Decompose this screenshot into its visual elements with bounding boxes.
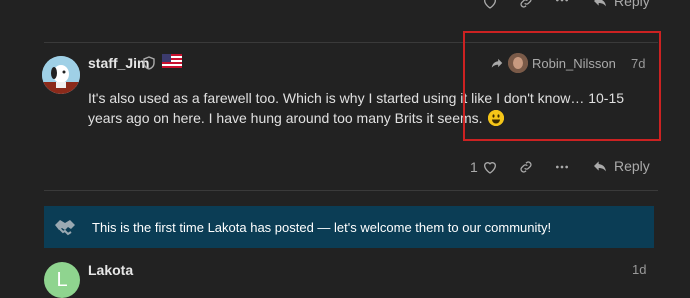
post-bottom-divider (44, 190, 658, 191)
link-icon (518, 159, 534, 175)
post-username[interactable]: staff_Jim (88, 55, 149, 71)
top-reply-label: Reply (614, 0, 650, 9)
heart-icon (482, 159, 498, 175)
moderator-shield-icon (143, 56, 155, 75)
post-body: It's also used as a farewell too. Which … (88, 88, 648, 128)
reply-icon (592, 158, 608, 174)
us-flag-icon (162, 54, 182, 73)
top-like-button[interactable] (482, 0, 498, 10)
top-copy-link-button[interactable] (518, 0, 534, 10)
post-divider (44, 42, 658, 43)
handshake-icon (54, 217, 76, 242)
copy-link-button[interactable] (518, 159, 534, 175)
next-post-username[interactable]: Lakota (88, 262, 133, 278)
first-post-notice: This is the first time Lakota has posted… (44, 206, 654, 248)
top-more-button[interactable] (554, 0, 570, 8)
link-icon (518, 0, 534, 10)
smiley-emoji-icon (488, 110, 505, 126)
ellipsis-icon (554, 0, 570, 8)
reply-label: Reply (614, 158, 650, 174)
reply-icon (592, 0, 608, 9)
top-reply-button[interactable]: Reply (592, 0, 650, 9)
like-count: 1 (470, 159, 478, 175)
like-button[interactable]: 1 (470, 159, 498, 175)
reply-to-username: Robin_Nilsson (532, 55, 616, 71)
reply-to-indicator[interactable]: Robin_Nilsson (490, 51, 616, 75)
next-post-date[interactable]: 1d (632, 262, 646, 277)
next-post-avatar[interactable]: L (44, 262, 80, 298)
post-body-text: It's also used as a farewell too. Which … (88, 90, 625, 126)
more-actions-button[interactable] (554, 159, 570, 175)
reply-to-arrow-icon (490, 56, 504, 70)
reply-to-avatar (508, 53, 528, 73)
notice-text: This is the first time Lakota has posted… (92, 220, 552, 235)
post-date[interactable]: 7d (631, 56, 645, 71)
ellipsis-icon (554, 159, 570, 175)
avatar[interactable] (42, 56, 80, 94)
heart-icon (482, 0, 498, 10)
reply-button[interactable]: Reply (592, 158, 650, 174)
